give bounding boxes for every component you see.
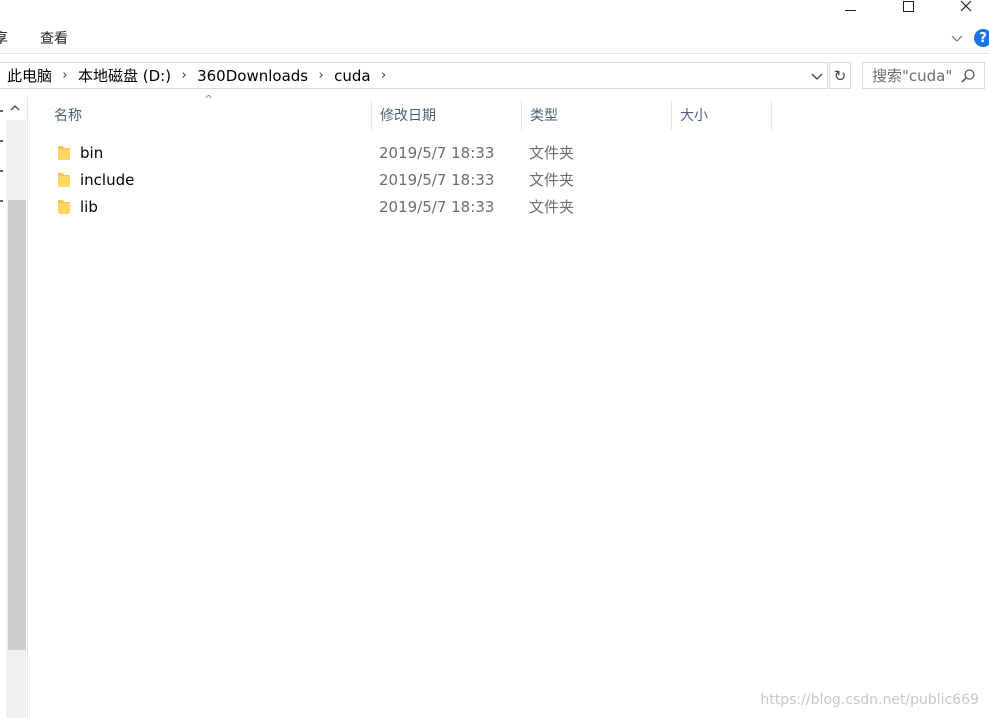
search-icon [961, 69, 975, 83]
chevron-down-icon [811, 73, 823, 80]
close-button[interactable] [943, 0, 989, 14]
file-modified: 2019/5/7 18:33 [379, 143, 495, 162]
address-history-dropdown[interactable] [808, 66, 826, 86]
breadcrumb-separator-icon[interactable]: › [54, 68, 76, 83]
breadcrumb-360downloads[interactable]: 360Downloads [195, 67, 310, 85]
file-name: lib [80, 197, 98, 216]
column-header-label: 修改日期 [380, 108, 436, 124]
breadcrumb-local-disk[interactable]: 本地磁盘 (D:) [76, 65, 173, 86]
ribbon-tab-view[interactable]: 查看 [40, 28, 68, 48]
refresh-button[interactable]: ↻ [829, 62, 851, 89]
column-header-label: 名称 [54, 108, 82, 124]
maximize-icon [902, 0, 914, 12]
chevron-up-icon [10, 105, 20, 111]
nav-pane-divider [27, 97, 28, 718]
file-row[interactable]: lib 2019/5/7 18:33 文件夹 [48, 193, 768, 220]
nav-tree-marker [0, 200, 3, 202]
nav-tree-marker [0, 110, 3, 112]
file-name: bin [80, 143, 104, 162]
minimize-button[interactable] [827, 0, 873, 14]
file-modified: 2019/5/7 18:33 [379, 170, 495, 189]
file-modified: 2019/5/7 18:33 [379, 197, 495, 216]
nav-tree-marker [0, 140, 3, 142]
column-header-name[interactable]: 名称 [46, 100, 372, 130]
column-header-size[interactable]: 大小 [672, 100, 772, 130]
close-icon [960, 0, 972, 12]
file-explorer-window: 享 查看 ? 此电脑 › 本地磁盘 (D:) › 360Downloads › … [0, 0, 989, 718]
file-type: 文件夹 [529, 171, 575, 189]
help-icon: ? [979, 30, 987, 46]
column-header-modified[interactable]: 修改日期 [372, 100, 522, 130]
help-button[interactable]: ? [974, 29, 989, 47]
column-header-type[interactable]: 类型 [522, 100, 672, 130]
file-row[interactable]: bin 2019/5/7 18:33 文件夹 [48, 139, 768, 166]
minimize-icon [844, 9, 856, 11]
file-row[interactable]: include 2019/5/7 18:33 文件夹 [48, 166, 768, 193]
column-header-label: 类型 [530, 108, 558, 124]
folder-icon [58, 200, 70, 214]
ribbon-tab-share[interactable]: 享 [0, 28, 8, 48]
breadcrumb-separator-icon[interactable]: › [310, 68, 332, 83]
nav-scrollbar-thumb[interactable] [8, 200, 26, 650]
file-type: 文件夹 [529, 144, 575, 162]
watermark-text: https://blog.csdn.net/public669 [760, 692, 979, 708]
breadcrumb-separator-icon[interactable]: › [173, 68, 195, 83]
file-name: include [80, 170, 135, 189]
column-header-label: 大小 [680, 108, 708, 124]
folder-icon [58, 173, 70, 187]
file-type: 文件夹 [529, 198, 575, 216]
address-bar[interactable]: 此电脑 › 本地磁盘 (D:) › 360Downloads › cuda › [0, 62, 828, 89]
search-placeholder: 搜索"cuda" [872, 67, 953, 85]
refresh-icon: ↻ [833, 66, 847, 85]
folder-icon [58, 146, 70, 160]
ribbon-divider [0, 53, 989, 54]
nav-tree-marker [0, 170, 3, 172]
ribbon-collapse-button[interactable] [950, 30, 966, 46]
breadcrumb-this-pc[interactable]: 此电脑 [5, 65, 54, 86]
search-input[interactable]: 搜索"cuda" [862, 62, 985, 89]
nav-scroll-up-button[interactable] [9, 100, 23, 116]
breadcrumb-cuda[interactable]: cuda [332, 67, 372, 85]
maximize-button[interactable] [885, 0, 931, 14]
chevron-down-icon [951, 35, 963, 42]
breadcrumb-separator-icon[interactable]: › [373, 68, 395, 83]
